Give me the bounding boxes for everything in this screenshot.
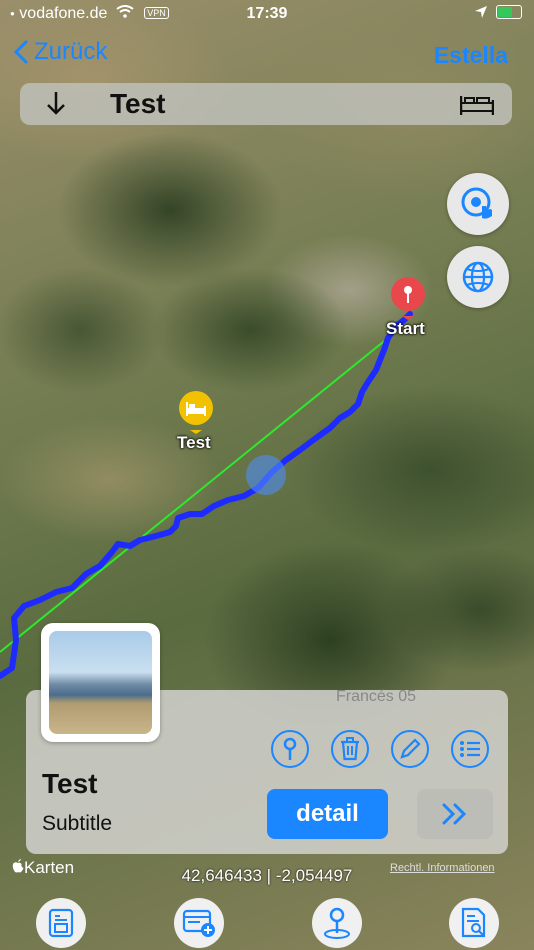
tap-location-icon	[461, 187, 492, 219]
detail-button[interactable]: detail	[267, 789, 388, 839]
location-pin-button[interactable]	[312, 898, 362, 948]
map-type-button[interactable]	[447, 246, 509, 308]
edit-button[interactable]	[391, 730, 429, 768]
photo-document-icon	[48, 908, 74, 938]
chevron-left-icon	[14, 40, 28, 64]
trash-icon	[341, 737, 359, 761]
location-button[interactable]: Estella	[434, 42, 508, 69]
document-search-icon	[461, 907, 486, 938]
lake-photo	[49, 631, 152, 734]
coordinates-readout: 42,646433 | -2,054497	[181, 866, 353, 885]
pin-button[interactable]	[271, 730, 309, 768]
test-pin[interactable]	[178, 390, 214, 439]
globe-icon	[462, 261, 494, 293]
status-bar: ● vodafone.de VPN 17:39	[0, 0, 534, 30]
title-bar: Test	[20, 83, 512, 125]
card-subtitle: Subtitle	[42, 812, 113, 835]
user-location-marker	[246, 455, 286, 495]
photo-doc-button[interactable]	[36, 898, 86, 948]
test-pin-label: Test	[177, 433, 211, 452]
map-pin-icon	[324, 907, 350, 939]
add-card-button[interactable]	[174, 898, 224, 948]
delete-button[interactable]	[331, 730, 369, 768]
nav-bar: Zurück Estella	[0, 34, 534, 74]
location-arrow-icon	[475, 6, 487, 18]
search-doc-button[interactable]	[449, 898, 499, 948]
start-pin-label: Start	[386, 319, 425, 338]
pin-icon	[391, 277, 425, 320]
clock: 17:39	[246, 5, 288, 22]
back-label: Zurück	[34, 38, 108, 65]
track-mode-button[interactable]	[447, 173, 509, 235]
status-right	[474, 5, 522, 19]
back-button[interactable]: Zurück	[14, 38, 107, 66]
add-list-icon	[182, 909, 215, 937]
pencil-icon	[400, 738, 421, 759]
list-icon	[460, 741, 480, 757]
arrow-down-icon[interactable]	[46, 90, 66, 123]
next-button[interactable]	[417, 789, 493, 839]
battery-icon	[496, 5, 522, 19]
card-title: Test	[42, 768, 98, 799]
double-chevron-right-icon	[442, 803, 467, 825]
page-title: Test	[110, 88, 166, 119]
track-route	[0, 311, 413, 679]
start-pin[interactable]	[390, 276, 426, 325]
bed-icon[interactable]	[459, 95, 495, 120]
faded-stage-title: Francés 05	[336, 688, 417, 705]
pin-icon	[283, 737, 297, 760]
bed-icon	[179, 391, 213, 434]
straight-line	[0, 337, 389, 653]
photo-thumbnail[interactable]	[41, 623, 160, 742]
list-button[interactable]	[451, 730, 489, 768]
